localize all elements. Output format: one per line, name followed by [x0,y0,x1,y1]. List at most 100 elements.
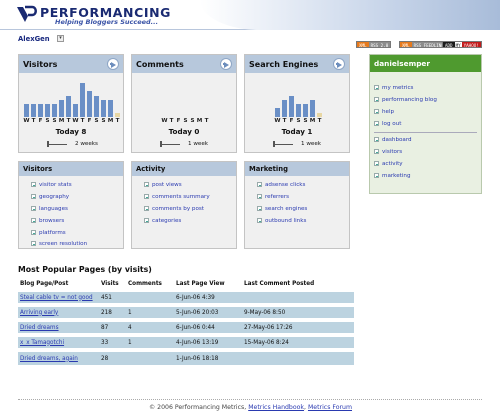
bullet-icon [144,194,149,199]
bullet-icon [31,194,36,199]
visitors-today: Today 8 [55,127,87,136]
sidebar-username: danielsemper [370,55,481,72]
cell-last-view: 4-Jun-06 13:19 [174,333,242,350]
arrow-right-icon[interactable] [220,58,232,70]
sidebar-item-help[interactable]: help [374,109,394,115]
cell-last-view: 1-Jun-06 18:18 [174,348,242,365]
slider-track[interactable] [160,144,180,145]
visitors-card: Visitors WTFSSMTWTFSSMT Today 8 2 weeks [18,54,124,153]
visitors-card-header[interactable]: Visitors [19,55,123,73]
table-row: Dried dreams 87 4 6-Jun-06 0:44 27-May-0… [18,318,354,335]
comments-card: Comments WTFSSMT Today 0 1 week [131,54,237,153]
nav-item-comments-summary[interactable]: comments summary [144,194,210,200]
cell-page-link[interactable]: Dried dreams [18,318,99,335]
search-engines-card-header[interactable]: Search Engines [245,55,349,73]
col-header-last-view: Last Page View [176,280,225,287]
nav-item-search-engines[interactable]: search engines [257,206,307,212]
sidebar-item-marketing[interactable]: marketing [374,173,411,179]
nav-item-platforms[interactable]: platforms [31,230,66,236]
chart-bar [73,104,78,117]
slider-handle[interactable] [160,141,162,147]
slider-handle[interactable] [47,141,49,147]
bullet-icon [144,218,149,223]
user-name[interactable]: AlexGen [18,35,50,43]
chart-bar [108,100,113,117]
sidebar-item-log-out[interactable]: log out [374,121,401,127]
sidebar-item-performancing-blog[interactable]: performancing blog [374,97,437,103]
most-popular-title: Most Popular Pages (by visits) [18,265,152,274]
bullet-icon [374,109,379,114]
page-link[interactable]: Steal cable tv = not good [20,295,93,301]
day-label: M [58,118,65,124]
add-my-yahoo-badge[interactable]: ADD MY YAHOO! [442,41,482,48]
comments-range-label: 1 week [188,141,209,147]
day-label: T [317,118,322,124]
rss-badge[interactable]: XML RSS 2.0 [356,41,392,48]
nav-item-languages[interactable]: languages [31,206,68,212]
nav-item-categories[interactable]: categories [144,218,181,224]
performancing-logo-icon[interactable] [16,4,38,24]
nav-item-browsers[interactable]: browsers [31,218,64,224]
slider-track[interactable] [47,144,67,145]
activity-nav-title: Activity [132,162,236,176]
nav-item-screen-resolution[interactable]: screen resolution [31,241,87,247]
most-popular-table: Blog Page/Post Visits Comments Last Page… [18,279,354,365]
nav-item-post-views[interactable]: post views [144,182,182,188]
sidebar-item-activity[interactable]: activity [374,161,403,167]
search-engines-day-labels: WTFSSMT [245,118,349,126]
cell-comments [126,288,174,305]
footer-divider [18,399,482,400]
slider-handle[interactable] [273,141,275,147]
footer-link-forum[interactable]: Metrics Forum [308,404,352,411]
bullet-icon [31,218,36,223]
cell-page-link[interactable]: Arriving early [18,303,99,320]
cell-visits: 451 [99,288,126,305]
chart-bar [115,113,120,117]
footer: © 2006 Performancing Metrics, Metrics Ha… [149,404,352,411]
search-engines-card: Search Engines WTFSSMT Today 1 1 week [244,54,350,153]
nav-item-comments-by-post[interactable]: comments by post [144,206,204,212]
nav-item-referrers[interactable]: referrers [257,194,289,200]
col-header-visits: Visits [101,280,119,287]
sidebar-item-dashboard[interactable]: dashboard [374,137,412,143]
footer-link-handbook[interactable]: Metrics Handbook [248,404,304,411]
nav-item-outbound-links[interactable]: outbound links [257,218,306,224]
page-link[interactable]: Dried dreams [20,325,59,331]
cell-page-link[interactable]: Steal cable tv = not good [18,288,99,305]
bullet-icon [257,206,262,211]
arrow-right-icon[interactable] [107,58,119,70]
cell-visits: 218 [99,303,126,320]
bullet-icon [257,194,262,199]
comments-today: Today 0 [168,127,200,136]
yahoo-badge-yahoo: YAHOO! [461,42,481,48]
arrow-right-icon[interactable] [333,58,345,70]
user-dropdown-icon[interactable]: ▾ [57,35,64,42]
page-link[interactable]: x_x Tamagotchi [20,340,64,346]
sidebar-item-my-metrics[interactable]: my metrics [374,85,413,91]
table-row: Steal cable tv = not good 451 6-Jun-06 4… [18,288,354,305]
bullet-icon [31,230,36,235]
cell-page-link[interactable]: Dried dreams, again [18,348,99,365]
nav-item-adsense-clicks[interactable]: adsense clicks [257,182,305,188]
feedline-badge[interactable]: XML RSS FEEDLINE [399,41,447,48]
chart-bar [38,104,43,117]
nav-item-geography[interactable]: geography [31,194,69,200]
bullet-icon [257,182,262,187]
slider-track[interactable] [273,144,293,145]
day-label: M [309,118,316,124]
cell-last-view: 6-Jun-06 0:44 [174,318,242,335]
cell-comments [126,348,174,365]
page-link[interactable]: Arriving early [20,310,58,316]
search-engines-card-title: Search Engines [249,59,319,69]
cell-last-view: 6-Jun-06 4:39 [174,288,242,305]
page-link[interactable]: Dried dreams, again [20,356,78,362]
user-sidebar: danielsemper my metrics performancing bl… [369,54,482,194]
cell-page-link[interactable]: x_x Tamagotchi [18,333,99,350]
table-row: Dried dreams, again 28 1-Jun-06 18:18 [18,348,354,365]
sidebar-item-visitors[interactable]: visitors [374,149,402,155]
nav-item-visitor-stats[interactable]: visitor stats [31,182,72,188]
day-label: M [196,118,203,124]
comments-card-header[interactable]: Comments [132,55,236,73]
sidebar-divider [374,132,477,133]
cell-last-comment [242,288,354,305]
